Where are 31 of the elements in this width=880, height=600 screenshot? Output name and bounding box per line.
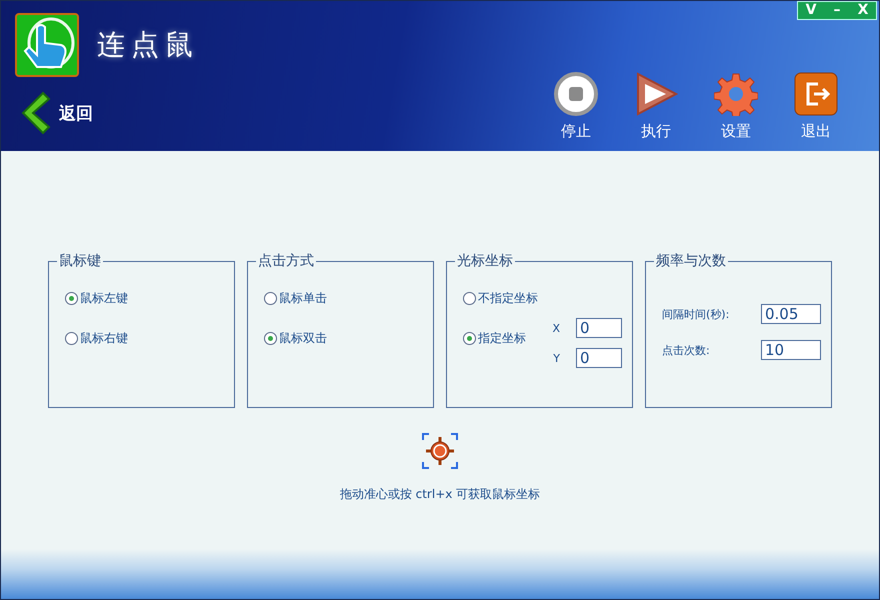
hint-text: 拖动准心或按 ctrl+x 可获取鼠标坐标 [340,486,540,503]
input-field[interactable]: 10 [761,340,821,360]
group-title: 频率与次数 [654,252,728,270]
group-title: 光标坐标 [455,252,515,270]
field-label: Y [553,352,560,364]
back-arrow-icon [19,91,53,135]
coordinate-field[interactable]: 0 [576,318,622,338]
hand-cursor-icon [15,13,79,77]
toolbar-button[interactable]: 执行 [633,72,679,141]
field-label: X [552,322,560,334]
group-title: 点击方式 [256,252,316,270]
play-icon [634,72,678,116]
toolbar-button[interactable]: 设置 [713,72,759,141]
toolbar-button[interactable]: 停止 [553,72,599,141]
input-field[interactable]: 0.05 [761,304,821,324]
field-label: 点击次数: [662,342,710,358]
radio-option[interactable]: 鼠标双击 [264,330,433,346]
back-button[interactable]: 返回 [15,91,199,135]
radio-option[interactable]: 不指定坐标 [463,290,632,306]
radio-option[interactable]: 鼠标左键 [65,290,234,306]
field-label: 间隔时间(秒): [662,306,730,322]
radio-option[interactable]: 鼠标右键 [65,330,234,346]
stop-icon [554,72,598,116]
toolbar-button[interactable]: 退出 [793,72,839,141]
coordinate-field[interactable]: 0 [576,348,622,368]
group-title: 鼠标键 [57,252,103,270]
app-title: 连点鼠 [97,27,199,63]
gear-icon [714,72,758,116]
radio-option[interactable]: 鼠标单击 [264,290,433,306]
crosshair-icon[interactable] [421,432,459,470]
exit-icon [794,72,838,116]
